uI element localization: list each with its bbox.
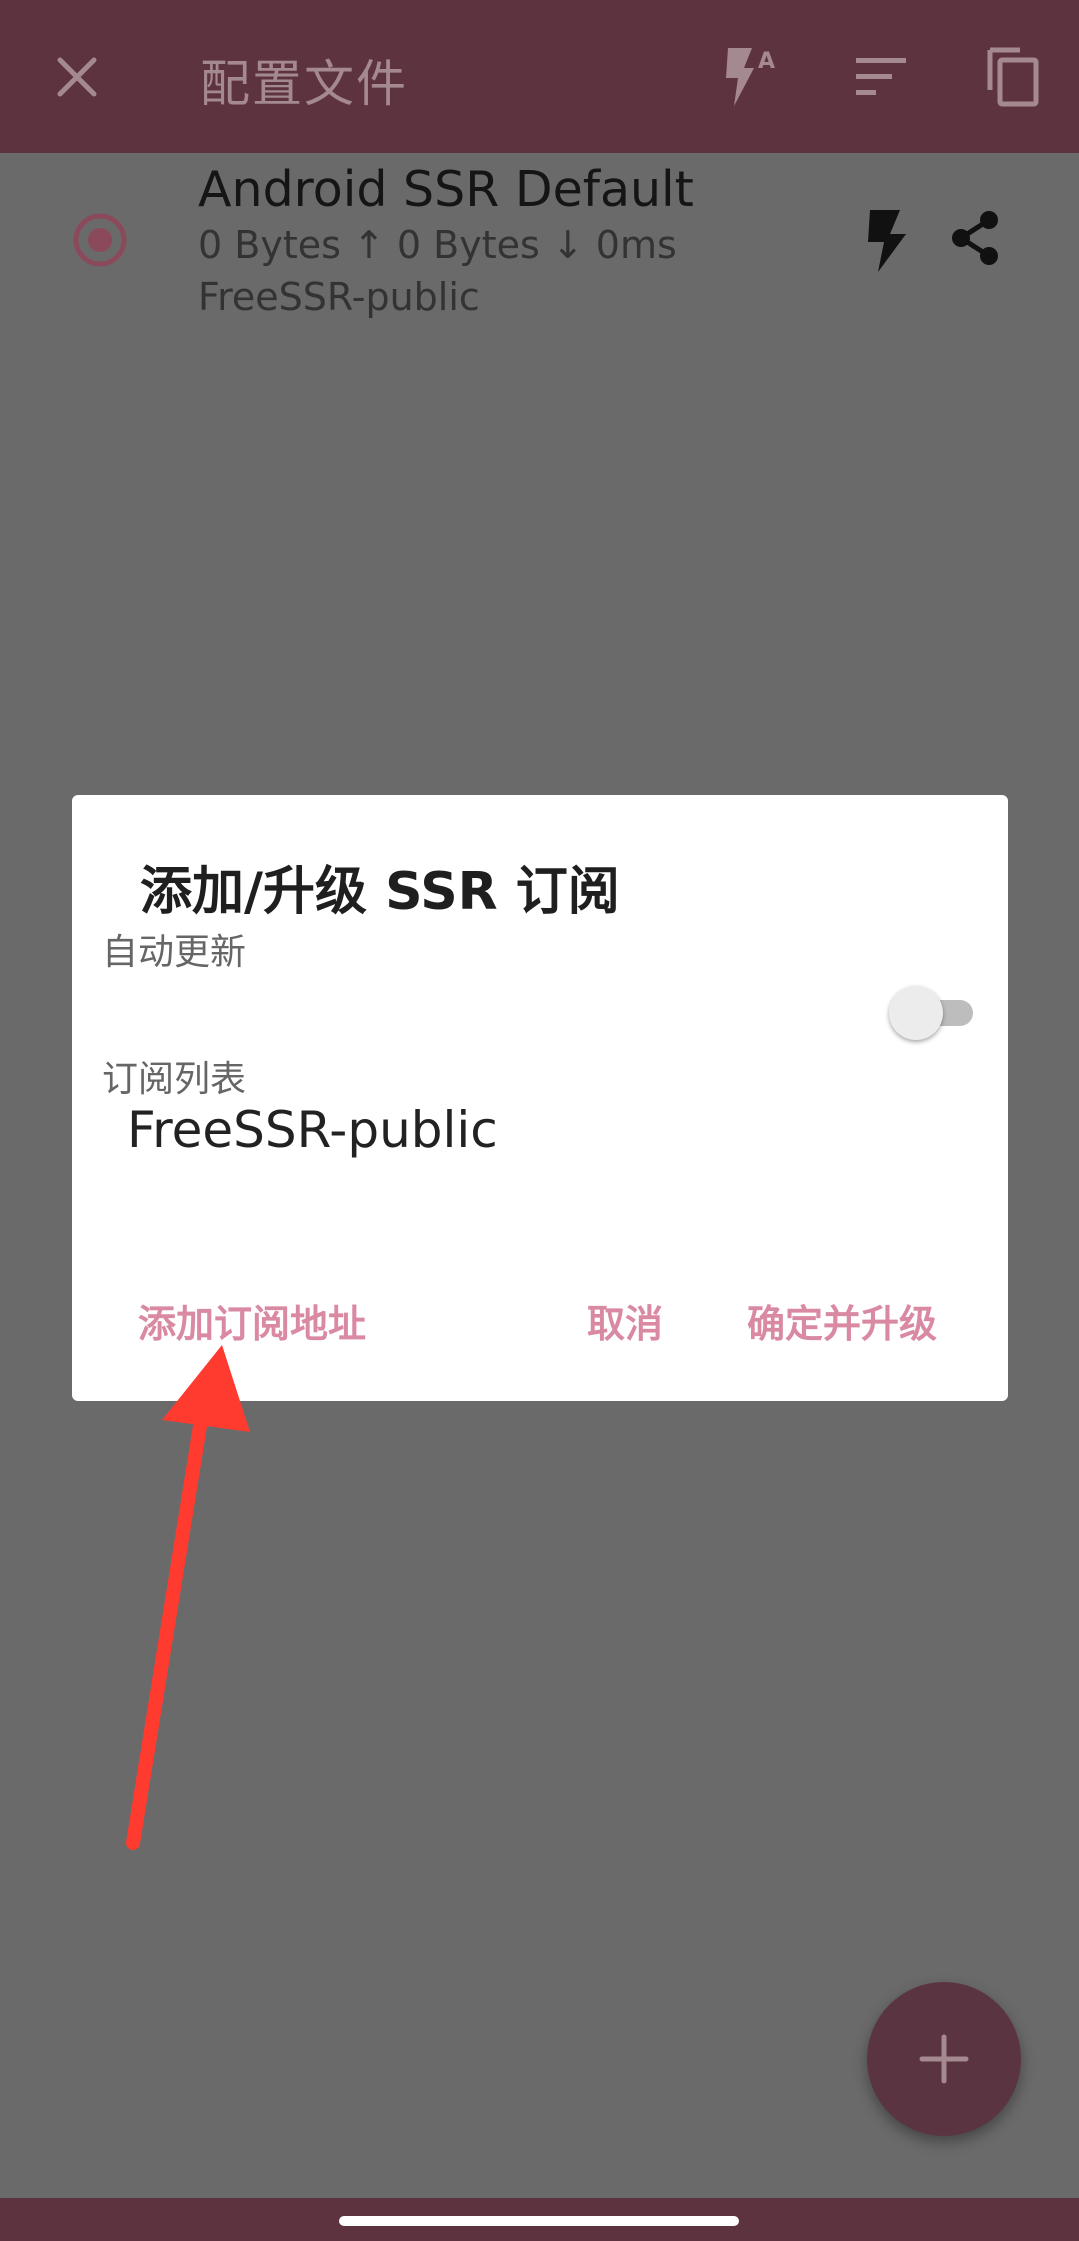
radio-selected-icon[interactable]	[70, 210, 130, 270]
add-subscription-url-button[interactable]: 添加订阅地址	[138, 1293, 366, 1348]
profile-group: FreeSSR-public	[198, 275, 480, 319]
subscription-list-item[interactable]: FreeSSR-public	[127, 1101, 498, 1159]
toggle-thumb	[889, 986, 943, 1040]
add-profile-fab[interactable]	[867, 1982, 1021, 2136]
page-title: 配置文件	[200, 55, 408, 113]
profile-name: Android SSR Default	[198, 161, 694, 218]
plus-icon	[919, 2034, 969, 2084]
bolt-icon[interactable]	[860, 208, 916, 274]
copy-icon[interactable]	[980, 44, 1046, 110]
dialog-title: 添加/升级 SSR 订阅	[140, 862, 620, 922]
svg-text:A: A	[758, 49, 775, 74]
profile-traffic-stats: 0 Bytes ↑ 0 Bytes ↓ 0ms	[198, 223, 677, 267]
sort-icon[interactable]	[850, 44, 916, 110]
share-icon[interactable]	[945, 208, 1005, 268]
confirm-and-update-button[interactable]: 确定并升级	[747, 1293, 937, 1348]
subscription-dialog: 添加/升级 SSR 订阅 自动更新 订阅列表 FreeSSR-public 添加…	[72, 795, 1008, 1401]
subscription-list-label: 订阅列表	[102, 1059, 247, 1100]
close-icon[interactable]	[50, 50, 104, 104]
app-bar: 配置文件 A	[0, 0, 1079, 153]
auto-update-toggle[interactable]	[889, 983, 979, 1043]
auto-update-label: 自动更新	[102, 932, 247, 973]
profile-list-item[interactable]: Android SSR Default 0 Bytes ↑ 0 Bytes ↓ …	[0, 153, 1079, 333]
cancel-button[interactable]: 取消	[587, 1293, 663, 1348]
flash-auto-icon[interactable]: A	[720, 44, 786, 110]
home-indicator[interactable]	[339, 2216, 739, 2226]
